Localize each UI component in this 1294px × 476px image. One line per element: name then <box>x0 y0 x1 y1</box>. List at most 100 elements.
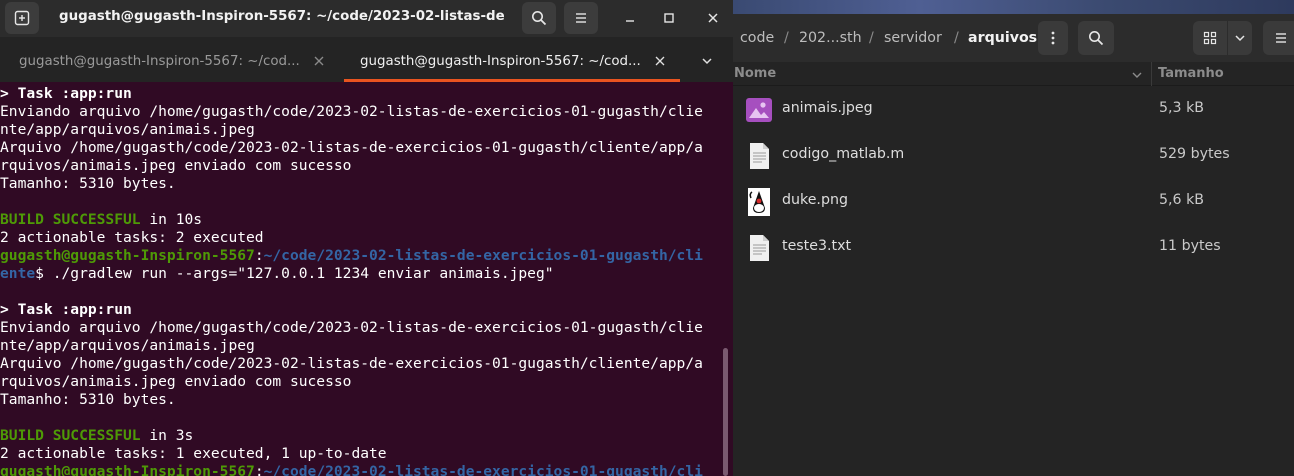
terminal-line: 2 actionable tasks: 2 executed <box>0 229 264 247</box>
terminal-tab-label: gugasth@gugasth-Inspiron-5567: ~/cod... <box>19 54 300 69</box>
file-name: codigo_matlab.m <box>782 146 905 162</box>
terminal-text-segment: nte/app/arquivos/animais.jpeg <box>0 121 255 138</box>
terminal-scrollbar[interactable] <box>723 348 728 476</box>
terminal-line: Tamanho: 5310 bytes. <box>0 391 176 409</box>
breadcrumb-separator: / <box>784 30 789 46</box>
main-menu-button[interactable] <box>1263 21 1294 55</box>
terminal-text-segment: : <box>254 247 264 264</box>
terminal-tab-2[interactable]: gugasth@gugasth-Inspiron-5567: ~/cod... <box>346 40 680 79</box>
active-tab-indicator <box>344 79 680 82</box>
breadcrumb-servidor[interactable]: servidor <box>884 30 942 46</box>
terminal-line: Tamanho: 5310 bytes. <box>0 175 176 193</box>
file-name: animais.jpeg <box>782 100 873 116</box>
terminal-text-segment: Enviando arquivo /home/gugasth/code/2023… <box>0 319 703 336</box>
terminal-text-segment: > Task :app:run <box>0 301 132 318</box>
file-size: 11 bytes <box>1159 238 1221 254</box>
folder-menu-button[interactable] <box>1038 21 1068 55</box>
search-button[interactable] <box>522 2 556 34</box>
grid-view-icon <box>1203 31 1217 45</box>
terminal-title: gugasth@gugasth-Inspiron-5567: ~/code/20… <box>59 9 504 24</box>
terminal-line: BUILD SUCCESSFUL in 3s <box>0 427 193 445</box>
sort-chevron-down-icon[interactable] <box>1131 69 1143 81</box>
close-window-button[interactable] <box>701 6 725 30</box>
terminal-line: Enviando arquivo /home/gugasth/code/2023… <box>0 103 703 121</box>
terminal-text-segment: Arquivo /home/gugasth/code/2023-02-lista… <box>0 355 703 372</box>
search-icon <box>532 11 547 26</box>
terminal-text-segment: Tamanho: 5310 bytes. <box>0 175 176 192</box>
minimize-icon <box>626 20 634 22</box>
terminal-text-segment: in 10s <box>140 211 203 228</box>
terminal-text-segment: nte/app/arquivos/animais.jpeg <box>0 337 255 354</box>
new-tab-button[interactable] <box>5 2 39 34</box>
terminal-line: rquivos/animais.jpeg enviado com sucesso <box>0 373 351 391</box>
terminal-text-segment: gugasth@gugasth-Inspiron-5567 <box>0 463 255 476</box>
file-row[interactable]: duke.png 5,6 kB <box>733 179 1294 225</box>
terminal-line: gugasth@gugasth-Inspiron-5567:~/code/202… <box>0 247 703 265</box>
terminal-text-segment: Tamanho: 5310 bytes. <box>0 391 176 408</box>
maximize-icon <box>664 13 674 23</box>
terminal-line: 2 actionable tasks: 1 executed, 1 up-to-… <box>0 445 387 463</box>
terminal-line: nte/app/arquivos/animais.jpeg <box>0 337 255 355</box>
terminal-text-segment: ~/code/2023-02-listas-de-exercicios-01-g… <box>263 247 703 264</box>
terminal-tab-label: gugasth@gugasth-Inspiron-5567: ~/cod... <box>360 54 641 69</box>
breadcrumb-separator: / <box>954 30 959 46</box>
terminal-text-segment: $ ./gradlew run --args="127.0.0.1 1234 e… <box>35 265 554 282</box>
maximize-button[interactable] <box>657 6 681 30</box>
duke-image-icon <box>748 188 770 216</box>
tabs-overflow-button[interactable] <box>700 53 720 67</box>
terminal-text-segment: 2 actionable tasks: 2 executed <box>0 229 264 246</box>
terminal-text-segment: ~/code/2023-02-listas-de-exercicios-01-g… <box>263 463 703 476</box>
file-row[interactable]: teste3.txt 11 bytes <box>733 225 1294 271</box>
text-file-icon <box>750 235 769 261</box>
breadcrumb-separator: / <box>869 30 874 46</box>
minimize-button[interactable] <box>618 6 642 30</box>
image-file-icon <box>746 98 772 122</box>
breadcrumb-code[interactable]: code <box>740 30 774 46</box>
wallpaper-strip <box>733 0 1294 14</box>
terminal-text-segment: BUILD SUCCESSFUL <box>0 427 141 444</box>
chevron-down-icon <box>702 58 712 65</box>
file-name: duke.png <box>782 192 848 208</box>
terminal-line: nte/app/arquivos/animais.jpeg <box>0 121 255 139</box>
terminal-text-segment: rquivos/animais.jpeg enviado com sucesso <box>0 373 352 390</box>
column-header-size[interactable]: Tamanho <box>1158 66 1224 81</box>
terminal-text-segment: Arquivo /home/gugasth/code/2023-02-lista… <box>0 139 703 156</box>
terminal-line: > Task :app:run <box>0 85 132 103</box>
terminal-line: ente$ ./gradlew run --args="127.0.0.1 12… <box>0 265 554 283</box>
chevron-down-icon <box>1235 35 1245 42</box>
terminal-line: rquivos/animais.jpeg enviado com sucesso <box>0 157 351 175</box>
terminal-window[interactable]: gugasth@gugasth-Inspiron-5567: ~/code/20… <box>0 0 733 476</box>
tab-close-icon[interactable] <box>653 54 667 68</box>
terminal-text-segment: 2 actionable tasks: 1 executed, 1 up-to-… <box>0 445 387 462</box>
column-header-name[interactable]: Nome <box>734 66 776 81</box>
close-icon <box>708 13 718 23</box>
terminal-text-segment: > Task :app:run <box>0 85 132 102</box>
file-row[interactable]: animais.jpeg 5,3 kB <box>733 87 1294 133</box>
search-button[interactable] <box>1078 21 1114 55</box>
file-list-header: Nome Tamanho <box>733 62 1294 86</box>
terminal-text-segment: BUILD SUCCESSFUL <box>0 211 141 228</box>
terminal-line: Arquivo /home/gugasth/code/2023-02-lista… <box>0 139 703 157</box>
menu-button[interactable] <box>564 2 598 34</box>
terminal-output[interactable]: > Task :app:run Enviando arquivo /home/gu… <box>0 85 722 476</box>
file-manager-window[interactable]: code / 202...sth / servidor / arquivos N… <box>733 0 1294 476</box>
terminal-text-segment: gugasth@gugasth-Inspiron-5567 <box>0 247 255 264</box>
breadcrumb-arquivos[interactable]: arquivos <box>968 30 1037 46</box>
file-size: 5,3 kB <box>1159 100 1205 116</box>
breadcrumb-project[interactable]: 202...sth <box>799 30 862 46</box>
hamburger-menu-icon <box>1276 33 1286 43</box>
terminal-text-segment: in 3s <box>140 427 194 444</box>
terminal-line: Enviando arquivo /home/gugasth/code/2023… <box>0 319 703 337</box>
new-tab-icon <box>14 10 30 26</box>
terminal-text-segment: rquivos/animais.jpeg enviado com sucesso <box>0 157 352 174</box>
file-name: teste3.txt <box>782 238 852 254</box>
terminal-tab-1[interactable]: gugasth@gugasth-Inspiron-5567: ~/cod... <box>8 40 338 79</box>
file-row[interactable]: codigo_matlab.m 529 bytes <box>733 133 1294 179</box>
view-mode-button[interactable] <box>1193 21 1227 55</box>
view-options-button[interactable] <box>1228 21 1252 55</box>
tab-close-icon[interactable] <box>312 54 326 68</box>
terminal-tabbar: gugasth@gugasth-Inspiron-5567: ~/cod... … <box>0 37 733 82</box>
terminal-headerbar: gugasth@gugasth-Inspiron-5567: ~/code/20… <box>0 0 733 37</box>
file-size: 5,6 kB <box>1159 192 1205 208</box>
terminal-text-segment: ente <box>0 265 36 282</box>
